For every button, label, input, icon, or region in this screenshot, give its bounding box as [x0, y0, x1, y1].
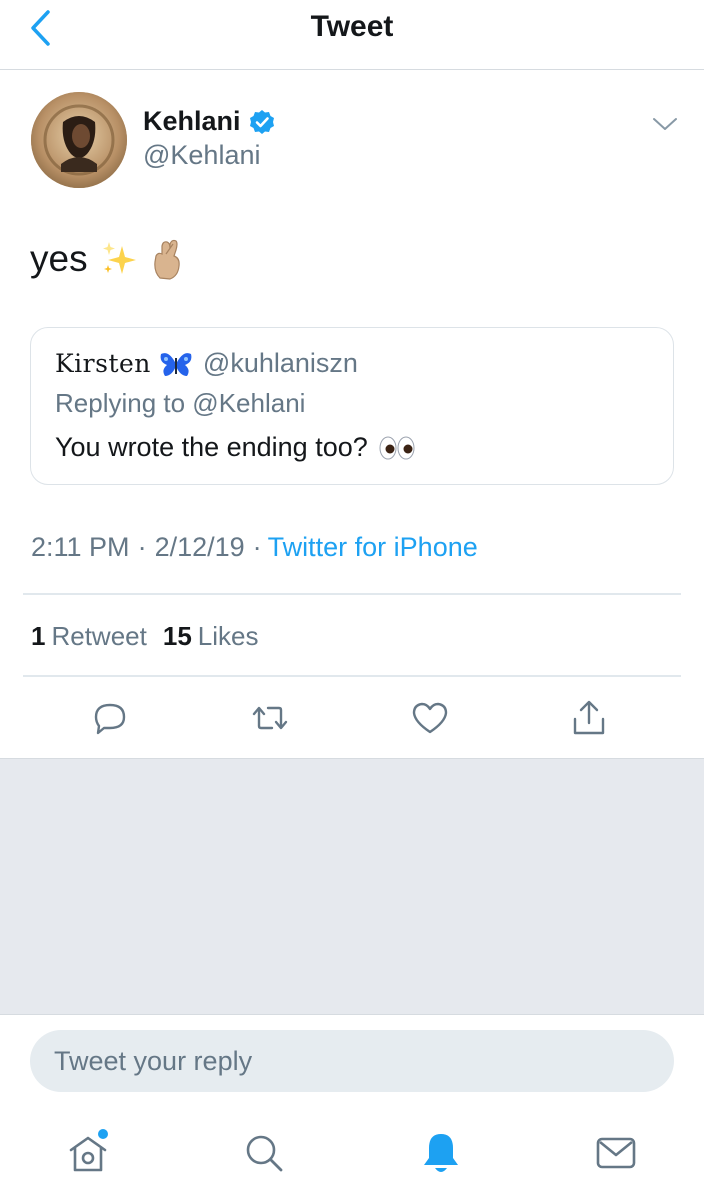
engagement-stats: 1 Retweet 15 Likes: [31, 621, 258, 652]
quoted-author-row: Kirsten @kuhlaniszn: [55, 348, 358, 379]
heart-icon: [412, 702, 448, 734]
meta-separator: ·: [137, 532, 147, 562]
retweet-stat[interactable]: 1 Retweet: [31, 621, 147, 652]
author-name-row[interactable]: Kehlani: [143, 106, 275, 137]
reply-icon: [94, 703, 126, 735]
tweet-options-button[interactable]: [650, 110, 680, 138]
author-handle[interactable]: @Kehlani: [143, 140, 260, 171]
likes-label: Likes: [197, 621, 259, 651]
butterfly-emoji-icon: [159, 350, 193, 378]
tweet-text-content: yes: [30, 238, 88, 279]
page-title: Tweet: [310, 10, 394, 43]
like-button[interactable]: [408, 696, 452, 740]
tab-notifications[interactable]: [416, 1128, 466, 1178]
top-nav-bar: Tweet: [0, 0, 704, 70]
avatar[interactable]: [31, 92, 127, 188]
share-button[interactable]: [567, 696, 611, 740]
tweet-metadata: 2:11 PM · 2/12/19 · Twitter for iPhone: [31, 532, 478, 563]
author-name[interactable]: Kehlani: [143, 106, 241, 137]
empty-replies-area: [0, 758, 704, 1014]
reply-composer-bar: [0, 1014, 704, 1106]
reply-input[interactable]: [30, 1030, 674, 1092]
search-icon: [246, 1135, 283, 1172]
tab-messages[interactable]: [591, 1128, 641, 1178]
reply-context: Replying to @Kehlani: [55, 388, 306, 418]
meta-separator: ·: [252, 532, 262, 562]
tweet-date: 2/12/19: [154, 532, 245, 562]
tab-search[interactable]: [239, 1128, 289, 1178]
chevron-down-icon: [653, 118, 677, 130]
retweet-count: 1: [31, 621, 46, 651]
crossed-fingers-emoji-icon: [150, 238, 184, 280]
sparkles-emoji-icon: [100, 240, 138, 278]
bell-icon: [424, 1134, 458, 1172]
verified-badge-icon: [249, 109, 275, 135]
divider: [23, 593, 681, 595]
home-icon: [69, 1129, 108, 1172]
tab-home[interactable]: [63, 1128, 113, 1178]
tweet-text: yes: [30, 238, 184, 280]
quoted-author-name: Kirsten: [55, 349, 151, 378]
likes-stat[interactable]: 15 Likes: [163, 621, 259, 652]
reply-button[interactable]: [88, 696, 132, 740]
retweet-label: Retweet: [51, 621, 147, 651]
retweet-icon: [252, 706, 288, 730]
quoted-tweet-text: You wrote the ending too?: [55, 432, 368, 462]
divider: [23, 675, 681, 677]
share-icon: [573, 700, 605, 735]
bottom-tab-bar: [0, 1106, 704, 1200]
quoted-author-handle: @kuhlaniszn: [202, 348, 358, 378]
mail-icon: [596, 1137, 636, 1169]
new-content-dot: [98, 1129, 108, 1139]
tweet-detail: Kehlani @Kehlani yes Kirsten @kuhlaniszn…: [0, 70, 704, 758]
retweet-button[interactable]: [248, 696, 292, 740]
quoted-tweet-text-row: You wrote the ending too?: [55, 432, 416, 463]
tweet-time: 2:11 PM: [31, 532, 130, 562]
eyes-emoji-icon: [378, 435, 416, 461]
tweet-source-link[interactable]: Twitter for iPhone: [268, 532, 478, 563]
quoted-tweet[interactable]: Kirsten @kuhlaniszn Replying to @Kehlani…: [30, 327, 674, 485]
avatar-image: [31, 92, 127, 188]
likes-count: 15: [162, 621, 192, 651]
